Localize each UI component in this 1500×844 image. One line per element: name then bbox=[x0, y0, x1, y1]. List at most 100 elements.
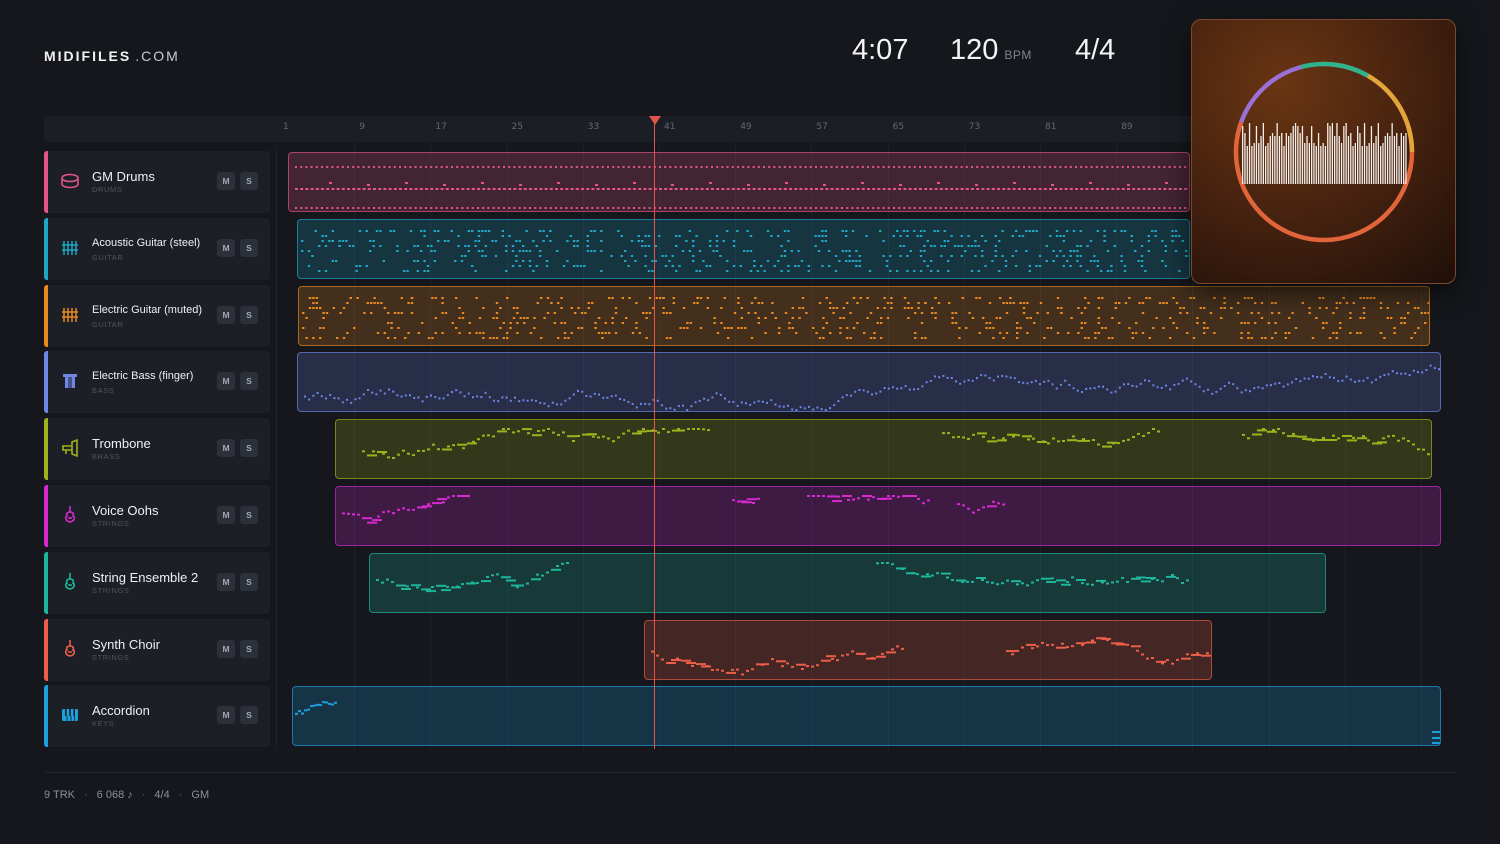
playhead-line[interactable] bbox=[654, 116, 655, 749]
solo-button[interactable]: S bbox=[240, 238, 258, 257]
waveform-bar bbox=[1389, 136, 1391, 184]
waveform-bar bbox=[1301, 126, 1304, 184]
mute-button[interactable]: M bbox=[217, 372, 235, 391]
waveform-bar bbox=[1350, 133, 1352, 184]
track-header[interactable]: Electric Bass (finger) BASS M S bbox=[44, 351, 270, 414]
midi-standard: GM bbox=[191, 789, 210, 801]
waveform-bar bbox=[1274, 136, 1276, 184]
waveform-bar bbox=[1384, 136, 1386, 184]
clip-notes bbox=[295, 166, 1188, 209]
waveform-bar bbox=[1368, 143, 1370, 184]
track-count: 9 TRK bbox=[44, 789, 75, 801]
track-header[interactable]: String Ensemble 2 STRINGS M S bbox=[44, 551, 270, 614]
track-header[interactable]: Accordion KEYS M S bbox=[44, 685, 270, 748]
mute-button[interactable]: M bbox=[217, 172, 235, 190]
midi-clip[interactable] bbox=[292, 686, 1441, 747]
track-category: BASS bbox=[92, 386, 115, 396]
mute-button[interactable]: M bbox=[217, 305, 235, 324]
solo-button[interactable]: S bbox=[240, 706, 258, 725]
waveform-bar bbox=[1329, 126, 1331, 184]
clip-notes bbox=[376, 561, 1189, 592]
app-logo[interactable]: MIDIFILES .COM bbox=[44, 48, 180, 64]
waveform-bar bbox=[1345, 123, 1347, 184]
waveform-bar bbox=[1324, 146, 1327, 184]
waveform-bar bbox=[1306, 136, 1308, 184]
waveform-bar bbox=[1386, 133, 1389, 184]
ruler-tick-label: 1 bbox=[283, 122, 289, 132]
duration-display: 4:07 bbox=[852, 34, 909, 66]
track-category: STRINGS bbox=[92, 519, 130, 528]
track-color-bar bbox=[44, 685, 48, 748]
separator-dot: · bbox=[83, 789, 88, 801]
midi-clip[interactable] bbox=[369, 552, 1326, 613]
waveform-bar bbox=[1242, 126, 1244, 184]
mute-button[interactable]: M bbox=[217, 238, 235, 257]
drum-icon bbox=[60, 171, 80, 191]
track-header[interactable]: Electric Guitar (muted) GUITAR M S bbox=[44, 284, 270, 347]
midi-clip[interactable] bbox=[297, 218, 1190, 279]
clip-notes bbox=[342, 495, 1005, 524]
playhead-handle[interactable] bbox=[649, 116, 661, 125]
waveform-bar bbox=[1359, 133, 1361, 184]
solo-button[interactable]: S bbox=[240, 506, 258, 524]
track-color-bar bbox=[44, 217, 48, 280]
ruler-tick-label: 25 bbox=[511, 122, 524, 132]
waveform-bar bbox=[1320, 146, 1322, 184]
track-name: Electric Bass (finger) bbox=[92, 370, 194, 383]
time-signature-display: 4/4 bbox=[1075, 34, 1116, 66]
mute-button[interactable]: M bbox=[217, 506, 235, 524]
status-bar: 9 TRK · 6 068 ♪ · 4/4 · GM bbox=[44, 789, 209, 801]
mute-button[interactable]: M bbox=[217, 706, 235, 725]
midi-clip[interactable] bbox=[335, 419, 1432, 480]
violin-icon bbox=[60, 639, 80, 659]
solo-button[interactable]: S bbox=[240, 305, 258, 324]
ruler-tick-label: 81 bbox=[1045, 122, 1057, 132]
mute-button[interactable]: M bbox=[217, 639, 235, 658]
waveform-bar bbox=[1251, 146, 1253, 184]
midi-clip[interactable] bbox=[297, 352, 1441, 413]
tempo-unit: BPM bbox=[1004, 48, 1032, 62]
solo-button[interactable]: S bbox=[240, 172, 258, 190]
solo-button[interactable]: S bbox=[240, 639, 258, 658]
midi-clip[interactable] bbox=[298, 285, 1430, 346]
waveform-bar bbox=[1343, 126, 1345, 184]
midi-clip[interactable] bbox=[288, 152, 1190, 212]
panel-divider bbox=[276, 146, 277, 750]
clip-notes bbox=[362, 428, 1430, 460]
waveform-bar bbox=[1317, 133, 1320, 184]
track-header[interactable]: Acoustic Guitar (steel) GUITAR M S bbox=[44, 217, 270, 280]
footer-divider bbox=[44, 772, 1456, 773]
track-header[interactable]: GM Drums DRUMS M S bbox=[44, 151, 270, 213]
waveform-bar bbox=[1377, 123, 1379, 184]
solo-button[interactable]: S bbox=[240, 372, 258, 391]
separator-dot: · bbox=[141, 789, 146, 801]
waveform-bar bbox=[1322, 143, 1324, 184]
track-category: STRINGS bbox=[92, 585, 130, 595]
waveform-bar bbox=[1292, 126, 1294, 184]
guitar-icon bbox=[60, 305, 80, 325]
waveform-bar bbox=[1338, 136, 1340, 184]
waveform-bar bbox=[1347, 136, 1350, 184]
solo-button[interactable]: S bbox=[240, 572, 258, 591]
waveform-bar bbox=[1370, 126, 1373, 184]
track-header[interactable]: Trombone BRASS M S bbox=[44, 418, 270, 481]
clip-notes bbox=[302, 296, 1429, 339]
ruler-tick-label: 57 bbox=[816, 122, 828, 132]
track-color-bar bbox=[44, 551, 48, 614]
track-category: KEYS bbox=[92, 719, 115, 729]
track-header[interactable]: Voice Oohs STRINGS M S bbox=[44, 485, 270, 547]
waveform-bar bbox=[1400, 133, 1402, 184]
mute-button[interactable]: M bbox=[217, 572, 235, 591]
waveform-bar bbox=[1334, 136, 1336, 184]
mute-button[interactable]: M bbox=[217, 439, 235, 458]
solo-button[interactable]: S bbox=[240, 439, 258, 458]
footer-time-signature: 4/4 bbox=[154, 789, 170, 801]
ruler-tick-label: 17 bbox=[435, 122, 447, 132]
cover-art-visualizer bbox=[1233, 61, 1415, 243]
waveform-bar bbox=[1260, 136, 1262, 184]
midi-clip[interactable] bbox=[335, 486, 1441, 546]
violin-icon bbox=[60, 572, 80, 592]
midi-clip[interactable] bbox=[644, 619, 1212, 680]
waveform-bar bbox=[1327, 123, 1329, 184]
track-header[interactable]: Synth Choir STRINGS M S bbox=[44, 618, 270, 681]
